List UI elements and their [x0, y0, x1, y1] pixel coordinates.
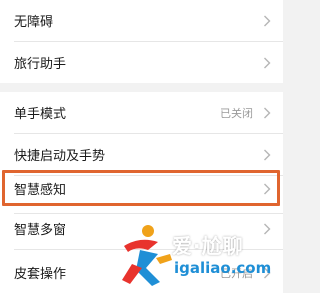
settings-item-label: 无障碍: [14, 15, 54, 30]
settings-item-label: 旅行助手: [14, 57, 67, 72]
chevron-right-icon: [264, 57, 271, 68]
watermark-brand: 爱·尬聊: [172, 234, 244, 258]
settings-item-label: 快捷启动及手势: [14, 149, 106, 164]
status-text: 已关闭: [220, 106, 253, 120]
settings-item-one-handed-mode[interactable]: 单手模式 已关闭: [0, 92, 283, 133]
highlight-box: [2, 170, 280, 206]
settings-item-accessibility[interactable]: 无障碍: [0, 0, 283, 41]
chevron-right-icon: [264, 107, 271, 118]
watermark-logo-icon: [122, 225, 172, 286]
chevron-right-icon: [264, 15, 271, 26]
watermark-domain: igaliao.com: [174, 259, 272, 277]
settings-item-label: 单手模式: [14, 107, 67, 122]
watermark: 爱·尬聊 igaliao.com: [118, 222, 283, 293]
chevron-right-icon: [264, 149, 271, 160]
settings-item-travel-assistant[interactable]: 旅行助手: [0, 42, 283, 83]
